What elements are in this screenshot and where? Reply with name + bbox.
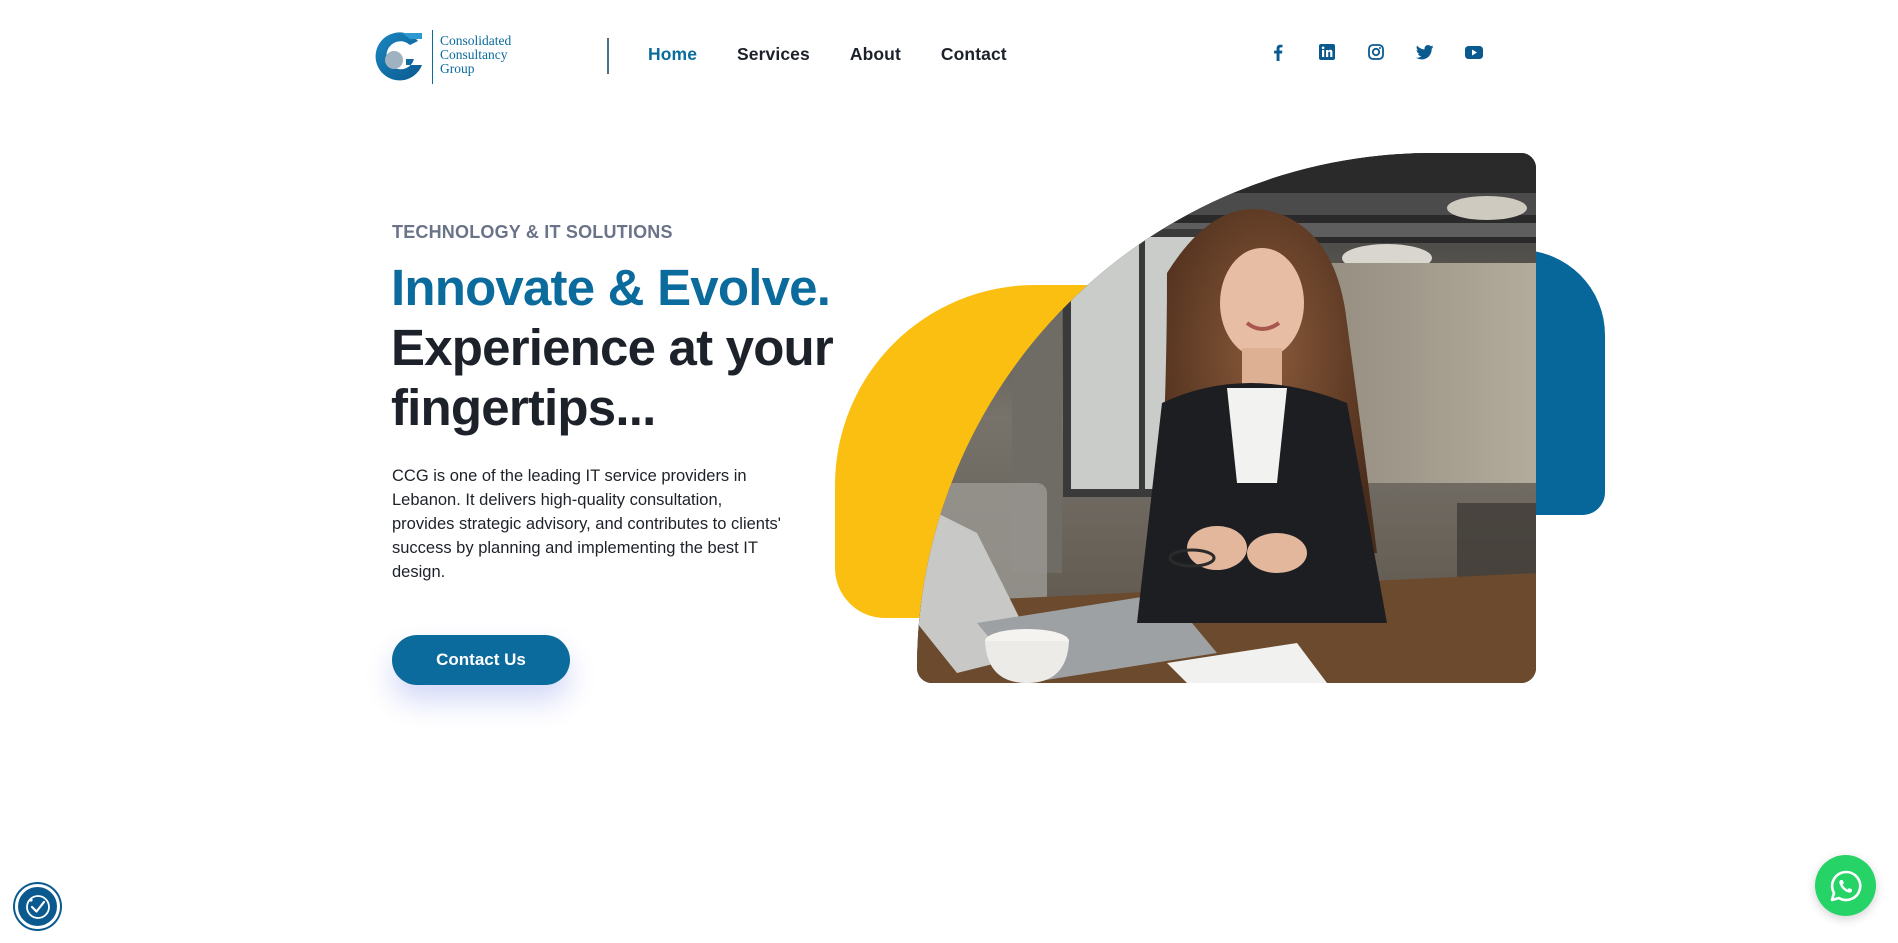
hero-headline-line-3: fingertips... xyxy=(391,379,656,436)
hero-headline-line-2: Experience at your xyxy=(391,319,834,376)
g-logo-icon xyxy=(372,29,428,87)
site-header: Consolidated Consultancy Group Home Serv… xyxy=(0,0,1898,110)
hero-headline: Innovate & Evolve. Experience at your fi… xyxy=(391,258,891,438)
nav-contact[interactable]: Contact xyxy=(941,44,1007,65)
logo-wordmark: Consolidated Consultancy Group xyxy=(440,34,511,76)
contact-us-button[interactable]: Contact Us xyxy=(392,635,570,685)
hero-description: CCG is one of the leading IT service pro… xyxy=(392,467,781,581)
youtube-icon[interactable] xyxy=(1464,42,1484,62)
hero-headline-accent: Innovate & Evolve. xyxy=(391,259,831,316)
logo-line-3: Group xyxy=(440,61,475,76)
site-logo[interactable]: Consolidated Consultancy Group xyxy=(372,28,522,88)
linkedin-icon[interactable] xyxy=(1317,42,1337,62)
hero-visual xyxy=(830,150,1610,690)
social-links xyxy=(1268,42,1484,62)
nav-about[interactable]: About xyxy=(850,44,901,65)
facebook-icon[interactable] xyxy=(1268,42,1288,62)
businesswoman-photo xyxy=(917,153,1536,683)
main-nav: Home Services About Contact xyxy=(648,44,1007,65)
instagram-icon[interactable] xyxy=(1366,42,1386,62)
logo-line-1: Consolidated xyxy=(440,33,512,48)
logo-divider xyxy=(432,30,433,84)
twitter-icon[interactable] xyxy=(1415,42,1435,62)
nav-services[interactable]: Services xyxy=(737,44,810,65)
nav-home[interactable]: Home xyxy=(648,44,697,65)
hero-eyebrow: TECHNOLOGY & IT SOLUTIONS xyxy=(392,222,673,242)
accessibility-icon[interactable] xyxy=(15,884,60,929)
nav-divider xyxy=(607,38,609,74)
whatsapp-icon[interactable] xyxy=(1815,855,1876,916)
logo-line-2: Consultancy xyxy=(440,47,508,62)
